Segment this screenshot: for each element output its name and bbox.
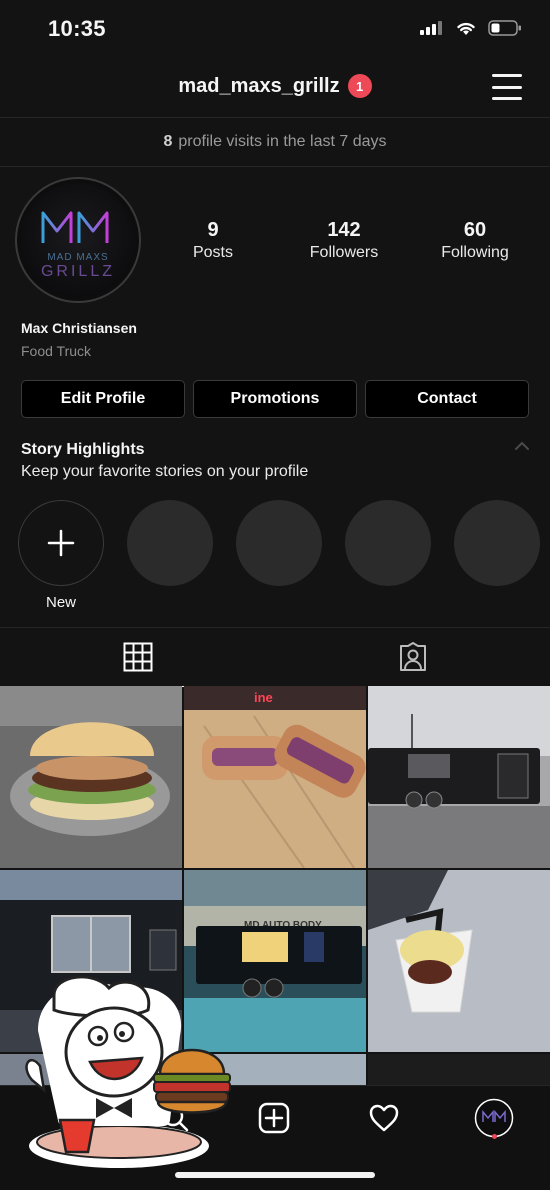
story-highlights-subtitle: Keep your favorite stories on your profi… [21,463,309,480]
tagged-person-icon [399,642,426,671]
trailer-photo [368,686,550,868]
burger-photo [0,686,182,868]
profile-content-tabs [0,627,550,687]
nav-activity[interactable] [364,1098,404,1138]
profile-avatar-icon [474,1098,514,1138]
stat-following[interactable]: 60 Following [420,218,530,264]
new-highlight-circle[interactable] [18,500,104,586]
nav-profile[interactable] [474,1098,514,1138]
highlight-placeholder [127,500,213,611]
edit-profile-button[interactable]: Edit Profile [21,380,185,418]
profile-display-name: Max Christiansen [21,320,137,336]
svg-text:ine: ine [254,690,273,705]
profile-actions: Edit Profile Promotions Contact [21,380,529,418]
new-post-icon [258,1102,290,1134]
profile-notification-dot [492,1134,497,1139]
post-thumbnail-burger[interactable] [0,686,182,868]
plus-icon [47,529,75,557]
svg-text:GRILLZ: GRILLZ [41,263,115,280]
stat-value: 60 [463,219,487,241]
battery-icon [488,20,521,36]
chef-burger-sticker [25,975,231,1168]
story-highlights-title: Story Highlights [21,441,145,458]
highlight-placeholder [236,500,322,611]
status-icons [420,20,522,36]
dessert-photo [368,870,550,1052]
cellular-signal-icon [420,21,442,35]
profile-visits-text: profile visits in the last 7 days [178,133,387,150]
highlight-placeholder [345,500,431,611]
status-bar: 10:35 [0,0,550,60]
profile-stats: 9 Posts 142 Followers 60 Following [158,218,530,264]
new-highlight[interactable]: New [18,500,104,611]
grid-icon [123,642,152,672]
brand-logo: MAD MAXS GRILLZ [41,211,115,280]
sandwich-photo: ine [184,686,366,868]
chevron-up-icon[interactable] [514,441,530,451]
stat-value: 142 [327,219,361,241]
post-thumbnail-sandwich[interactable]: ine [184,686,366,868]
highlight-placeholder [454,500,540,611]
username-title[interactable]: mad_maxs_grillz [178,75,339,98]
nav-create[interactable] [254,1098,294,1138]
stat-label: Posts [192,244,233,261]
svg-text:MAD MAXS: MAD MAXS [47,252,108,263]
profile-header: mad_maxs_grillz 1 [0,62,550,116]
notification-badge[interactable]: 1 [347,74,372,98]
stat-followers[interactable]: 142 Followers [289,218,399,264]
new-highlight-label: New [45,594,76,611]
stat-label: Following [441,244,509,261]
status-time: 10:35 [48,16,106,41]
hamburger-menu-icon[interactable] [492,74,522,100]
post-thumbnail-dessert[interactable] [368,870,550,1052]
tab-tagged[interactable] [275,628,550,686]
profile-category: Food Truck [21,343,92,359]
stat-value: 9 [207,219,219,241]
profile-avatar[interactable]: MAD MAXS GRILLZ [15,177,141,303]
contact-button[interactable]: Contact [365,380,529,418]
tab-grid[interactable] [0,628,275,687]
post-thumbnail-trailer[interactable] [368,686,550,868]
profile-visits-banner[interactable]: 8 profile visits in the last 7 days [0,117,550,167]
profile-visits-count: 8 [163,133,173,150]
stat-label: Followers [309,244,379,261]
wifi-icon [457,22,475,35]
story-highlights-row: New [18,500,540,611]
promotions-button[interactable]: Promotions [193,380,357,418]
stat-posts[interactable]: 9 Posts [158,218,268,264]
heart-icon [369,1104,399,1132]
